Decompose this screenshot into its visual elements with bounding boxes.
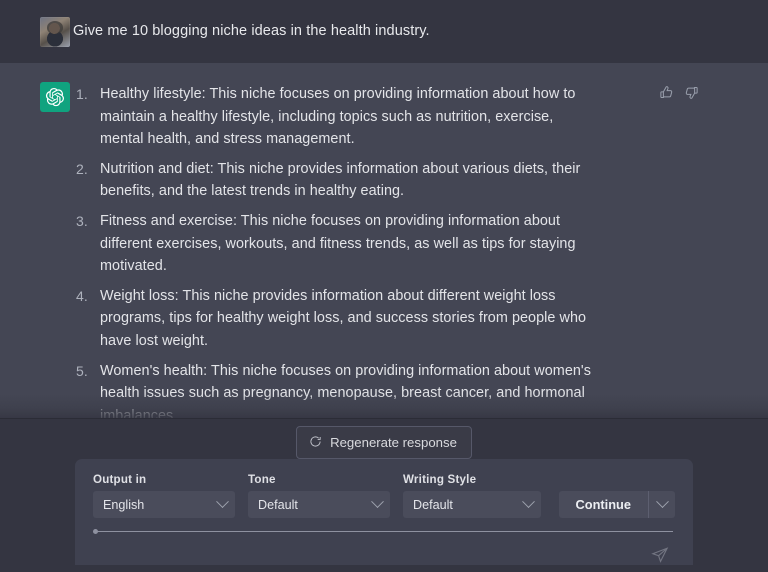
continue-button[interactable]: Continue <box>559 491 649 518</box>
continue-split-button: Continue <box>558 491 675 518</box>
user-message-text: Give me 10 blogging niche ideas in the h… <box>73 23 430 39</box>
prompt-input[interactable] <box>95 540 635 555</box>
tone-label: Tone <box>248 473 276 486</box>
assistant-message-row: Healthy lifestyle: This niche focuses on… <box>0 63 768 420</box>
tone-value: Default <box>258 497 298 512</box>
user-avatar-column <box>0 16 70 47</box>
list-item: Women's health: This niche focuses on pr… <box>76 360 591 420</box>
regenerate-label: Regenerate response <box>330 435 457 450</box>
output-language-group: Output in English <box>93 473 235 518</box>
prompt-input-zone <box>93 532 675 572</box>
blogging-niche-list: Healthy lifestyle: This niche focuses on… <box>70 83 748 420</box>
refresh-icon <box>309 435 322 450</box>
regenerate-row: Regenerate response <box>0 419 768 460</box>
writing-style-select[interactable]: Default <box>403 491 541 518</box>
thumbs-down-icon[interactable] <box>683 84 700 101</box>
assistant-message-body: Healthy lifestyle: This niche focuses on… <box>70 81 768 420</box>
output-language-value: English <box>103 497 145 512</box>
tone-select[interactable]: Default <box>248 491 390 518</box>
list-item: Fitness and exercise: This niche focuses… <box>76 210 576 275</box>
feedback-buttons <box>658 84 700 101</box>
continue-dropdown-toggle[interactable] <box>649 491 675 518</box>
output-language-select[interactable]: English <box>93 491 235 518</box>
writing-style-value: Default <box>413 497 453 512</box>
list-item: Healthy lifestyle: This niche focuses on… <box>76 83 576 148</box>
chevron-down-icon <box>522 495 535 509</box>
send-paper-plane-icon[interactable] <box>651 546 669 564</box>
tone-group: Tone Default <box>248 473 390 518</box>
prompt-options-panel: Output in English Tone Default Writing S… <box>75 459 693 565</box>
composer-region: Regenerate response Output in English To… <box>0 418 768 572</box>
openai-logo-icon <box>40 82 70 112</box>
user-message-body: Give me 10 blogging niche ideas in the h… <box>70 16 768 42</box>
list-item: Weight loss: This niche provides informa… <box>76 285 587 349</box>
list-item: Nutrition and diet: This niche provides … <box>76 158 581 200</box>
assistant-avatar-column <box>0 81 70 112</box>
chevron-down-icon <box>655 495 669 509</box>
thumbs-up-icon[interactable] <box>658 84 675 101</box>
writing-style-group: Writing Style Default <box>403 473 541 518</box>
chevron-down-icon <box>216 495 229 509</box>
controls-row: Output in English Tone Default Writing S… <box>93 473 675 518</box>
regenerate-response-button[interactable]: Regenerate response <box>296 426 472 460</box>
chevron-down-icon <box>371 495 384 509</box>
writing-style-label: Writing Style <box>403 473 477 486</box>
user-photo-avatar <box>40 17 70 47</box>
output-language-label: Output in <box>93 473 147 486</box>
user-message-row: Give me 10 blogging niche ideas in the h… <box>0 0 768 63</box>
chat-scroll-area[interactable]: Give me 10 blogging niche ideas in the h… <box>0 0 768 420</box>
